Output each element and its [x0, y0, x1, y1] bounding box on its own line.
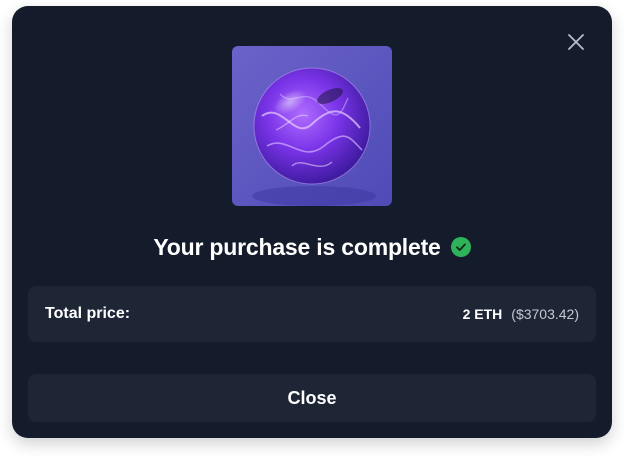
price-usd: ($3703.42) — [511, 306, 579, 322]
price-eth: 2 ETH — [462, 306, 503, 322]
purchase-complete-dialog: Your purchase is complete Total price: 2… — [12, 6, 612, 438]
price-values: 2 ETH ($3703.42) — [463, 306, 579, 322]
close-button[interactable]: Close — [28, 374, 596, 422]
title-row: Your purchase is complete — [12, 232, 612, 262]
dialog-title: Your purchase is complete — [153, 233, 441, 260]
check-circle-icon — [450, 237, 471, 257]
close-icon[interactable] — [562, 28, 590, 56]
price-panel: Total price: 2 ETH ($3703.42) — [28, 286, 596, 342]
price-label: Total price: — [45, 305, 131, 322]
nft-image — [232, 46, 392, 206]
